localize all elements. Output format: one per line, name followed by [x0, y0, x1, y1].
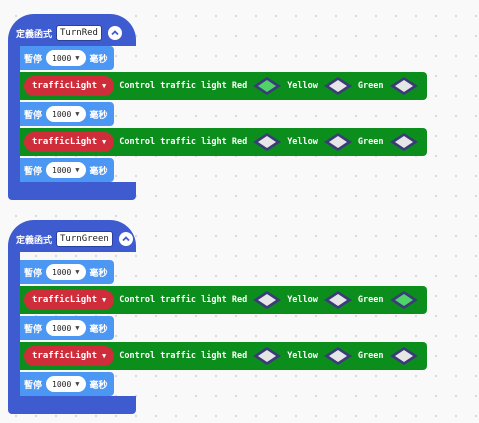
function-header[interactable]: 定義函式 TurnGreen — [8, 220, 136, 252]
ms-label: 毫秒 — [89, 324, 108, 335]
green-label: Green — [357, 137, 384, 147]
function-name-field[interactable]: TurnGreen — [56, 231, 113, 247]
red-lamp-toggle[interactable] — [252, 132, 282, 152]
pause-block[interactable]: 暫停 1000 ▼ 毫秒 — [20, 372, 114, 396]
red-lamp-toggle[interactable] — [252, 346, 282, 366]
chevron-down-icon: ▼ — [102, 138, 107, 146]
green-lamp-toggle[interactable] — [389, 132, 419, 152]
function-name-field[interactable]: TurnRed — [56, 25, 102, 41]
pause-label: 暫停 — [24, 380, 43, 391]
traffic-light-block[interactable]: trafficLight ▼ Control traffic light Red … — [20, 286, 427, 314]
ms-label: 毫秒 — [89, 380, 108, 391]
pause-label: 暫停 — [24, 54, 43, 65]
pause-duration-dropdown[interactable]: 1000 ▼ — [46, 264, 86, 280]
yellow-label: Yellow — [287, 81, 318, 91]
yellow-label: Yellow — [287, 137, 318, 147]
pause-block[interactable]: 暫停 1000 ▼ 毫秒 — [20, 102, 114, 126]
green-label: Green — [357, 81, 384, 91]
pause-label: 暫停 — [24, 268, 43, 279]
traffic-light-device-dropdown[interactable]: trafficLight ▼ — [24, 346, 115, 366]
ms-label: 毫秒 — [89, 166, 108, 177]
chevron-down-icon: ▼ — [75, 380, 80, 388]
traffic-light-device-dropdown[interactable]: trafficLight ▼ — [24, 76, 115, 96]
traffic-light-block[interactable]: trafficLight ▼ Control traffic light Red … — [20, 128, 427, 156]
define-function-label: 定義函式 — [16, 29, 53, 40]
pause-duration-dropdown[interactable]: 1000 ▼ — [46, 50, 86, 66]
traffic-light-block[interactable]: trafficLight ▼ Control traffic light Red … — [20, 72, 427, 100]
collapse-icon[interactable] — [107, 26, 122, 40]
pause-label: 暫停 — [24, 324, 43, 335]
chevron-down-icon: ▼ — [75, 166, 80, 174]
function-spine — [8, 44, 20, 194]
pause-label: 暫停 — [24, 110, 43, 121]
control-label: Control traffic light Red — [119, 81, 248, 91]
control-label: Control traffic light Red — [119, 137, 248, 147]
green-lamp-toggle[interactable] — [389, 346, 419, 366]
function-bottom — [8, 396, 136, 414]
function-block-turn-red[interactable]: 定義函式 TurnRed 暫停 1000 ▼ 毫秒 trafficLight ▼ C… — [8, 14, 427, 204]
pause-block[interactable]: 暫停 1000 ▼ 毫秒 — [20, 316, 114, 340]
pause-block[interactable]: 暫停 1000 ▼ 毫秒 — [20, 46, 114, 70]
green-label: Green — [357, 351, 384, 361]
traffic-light-device-dropdown[interactable]: trafficLight ▼ — [24, 132, 115, 152]
function-spine — [8, 250, 20, 410]
pause-block[interactable]: 暫停 1000 ▼ 毫秒 — [20, 158, 114, 182]
green-lamp-toggle[interactable] — [389, 76, 419, 96]
chevron-down-icon: ▼ — [102, 296, 107, 304]
define-function-label: 定義函式 — [16, 235, 53, 246]
pause-duration-dropdown[interactable]: 1000 ▼ — [46, 376, 86, 392]
pause-duration-dropdown[interactable]: 1000 ▼ — [46, 106, 86, 122]
function-block-turn-green[interactable]: 定義函式 TurnGreen 暫停 1000 ▼ 毫秒 trafficLight ▼… — [8, 220, 427, 420]
chevron-down-icon: ▼ — [102, 352, 107, 360]
ms-label: 毫秒 — [89, 268, 108, 279]
ms-label: 毫秒 — [89, 54, 108, 65]
traffic-light-block[interactable]: trafficLight ▼ Control traffic light Red … — [20, 342, 427, 370]
chevron-down-icon: ▼ — [75, 324, 80, 332]
pause-duration-dropdown[interactable]: 1000 ▼ — [46, 162, 86, 178]
ms-label: 毫秒 — [89, 110, 108, 121]
pause-block[interactable]: 暫停 1000 ▼ 毫秒 — [20, 260, 114, 284]
red-lamp-toggle[interactable] — [252, 76, 282, 96]
yellow-lamp-toggle[interactable] — [323, 132, 353, 152]
yellow-lamp-toggle[interactable] — [323, 76, 353, 96]
chevron-down-icon: ▼ — [102, 82, 107, 90]
collapse-icon[interactable] — [118, 232, 133, 246]
chevron-down-icon: ▼ — [75, 110, 80, 118]
yellow-label: Yellow — [287, 295, 318, 305]
function-bottom — [8, 182, 136, 200]
control-label: Control traffic light Red — [119, 351, 248, 361]
function-header[interactable]: 定義函式 TurnRed — [8, 14, 136, 46]
chevron-down-icon: ▼ — [75, 54, 80, 62]
pause-duration-dropdown[interactable]: 1000 ▼ — [46, 320, 86, 336]
yellow-lamp-toggle[interactable] — [323, 346, 353, 366]
green-label: Green — [357, 295, 384, 305]
control-label: Control traffic light Red — [119, 295, 248, 305]
pause-label: 暫停 — [24, 166, 43, 177]
red-lamp-toggle[interactable] — [252, 290, 282, 310]
yellow-lamp-toggle[interactable] — [323, 290, 353, 310]
green-lamp-toggle[interactable] — [389, 290, 419, 310]
chevron-down-icon: ▼ — [75, 268, 80, 276]
yellow-label: Yellow — [287, 351, 318, 361]
traffic-light-device-dropdown[interactable]: trafficLight ▼ — [24, 290, 115, 310]
